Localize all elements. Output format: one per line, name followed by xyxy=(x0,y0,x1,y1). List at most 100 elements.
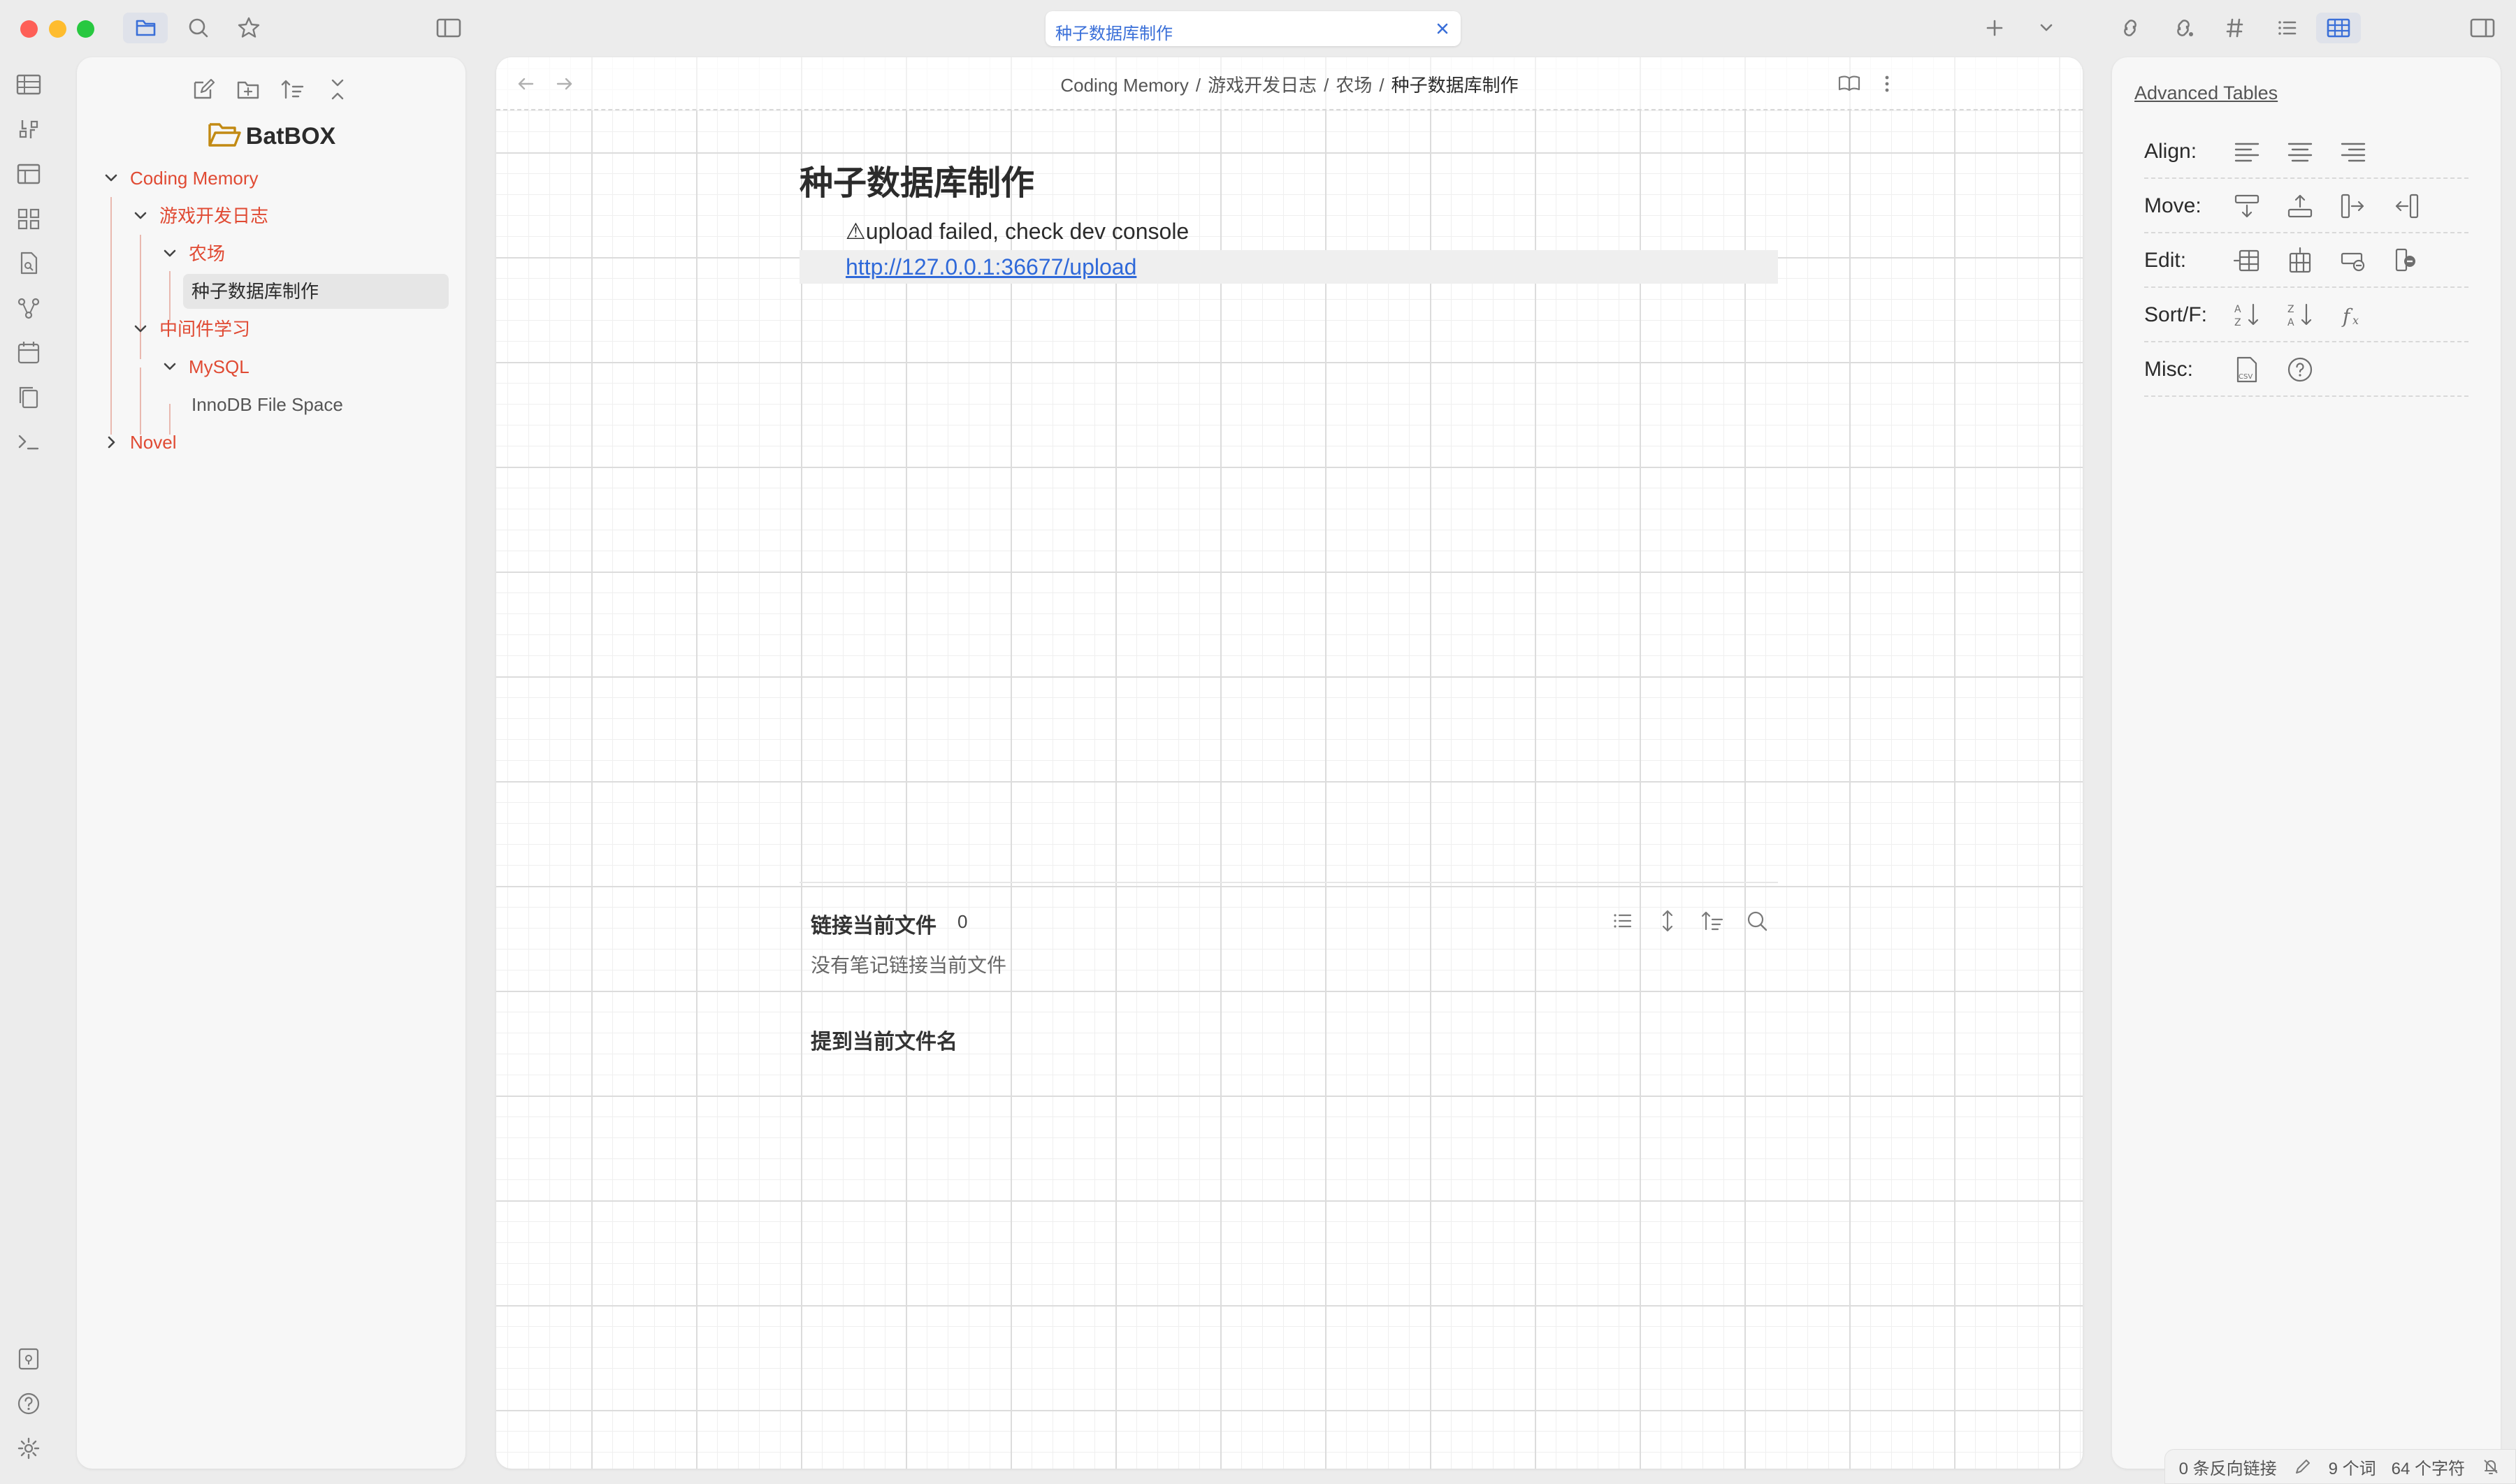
help-icon xyxy=(2284,354,2316,386)
ribbon-graph-button[interactable] xyxy=(13,292,45,324)
file-search-icon xyxy=(13,247,45,279)
new-folder-button[interactable] xyxy=(229,71,267,108)
outgoing-links-button[interactable] xyxy=(2108,13,2153,43)
window-minimize-button[interactable] xyxy=(49,20,66,38)
tab-list-button[interactable] xyxy=(2024,13,2069,43)
tree-folder-game-dev-log[interactable]: 游戏开发日志 xyxy=(131,198,268,233)
chevron-down-icon xyxy=(131,314,150,333)
active-line[interactable]: http://127.0.0.1:36677/upload xyxy=(800,250,1778,284)
tree-file-innodb[interactable]: InnoDB File Space xyxy=(191,387,343,422)
align-right-button[interactable] xyxy=(2337,136,2369,168)
tab-title: 种子数据库制作 xyxy=(1055,24,1173,43)
advanced-tables-title[interactable]: Advanced Tables xyxy=(2134,82,2278,104)
evaluate-formulas-button[interactable]: fx xyxy=(2337,299,2369,331)
ribbon-help-button[interactable] xyxy=(13,1388,45,1420)
ribbon-copy-button[interactable] xyxy=(13,381,45,414)
breadcrumb-item[interactable]: Coding Memory xyxy=(1060,75,1189,96)
delete-row-icon xyxy=(2337,245,2369,277)
backlinks-title[interactable]: 链接当前文件 xyxy=(811,908,937,939)
sort-az-icon: AZ xyxy=(2231,299,2263,331)
chevron-down-icon xyxy=(131,201,150,219)
backlinks-panel-button[interactable] xyxy=(2161,13,2206,43)
backlinks-list-button[interactable] xyxy=(1609,907,1637,935)
sync-bell-icon[interactable] xyxy=(2480,1456,2501,1477)
ribbon-file-search-button[interactable] xyxy=(13,247,45,279)
tree-folder-middleware[interactable]: 中间件学习 xyxy=(131,312,250,347)
window-maximize-button[interactable] xyxy=(77,20,94,38)
status-char-count: 64 个字符 xyxy=(2391,1459,2465,1478)
ribbon-table-button[interactable] xyxy=(13,68,45,101)
move-row-down-button[interactable] xyxy=(2231,190,2263,222)
editor-pane[interactable]: Coding Memory / 游戏开发日志 / 农场 / 种子数据库制作 种子数据库制作 … xyxy=(496,57,2083,1469)
ribbon-layout-button[interactable] xyxy=(13,158,45,190)
tree-item-label: 农场 xyxy=(189,243,226,264)
export-csv-button[interactable]: CSV xyxy=(2231,354,2263,386)
upload-url-link[interactable]: http://127.0.0.1:36677/upload xyxy=(846,254,1136,280)
upload-error-message[interactable]: ⚠upload failed, check dev console xyxy=(846,218,1189,245)
svg-text:x: x xyxy=(2352,314,2359,327)
vault-name-label: BatBOX xyxy=(245,123,336,150)
tree-file-seed-database[interactable]: 种子数据库制作 xyxy=(183,274,449,309)
align-left-button[interactable] xyxy=(2231,136,2263,168)
ribbon-vault-button[interactable] xyxy=(13,1343,45,1375)
tab-active-note[interactable]: 种子数据库制作 xyxy=(1046,11,1461,46)
move-left-icon xyxy=(2390,190,2422,222)
sidebar-right-icon xyxy=(2460,13,2505,43)
ribbon-terminal-button[interactable] xyxy=(13,426,45,458)
tree-folder-coding-memory[interactable]: Coding Memory xyxy=(102,161,259,196)
tree-item-label: Coding Memory xyxy=(130,168,259,189)
ribbon-dashboard-button[interactable] xyxy=(13,203,45,235)
terminal-icon xyxy=(13,426,45,458)
note-title[interactable]: 种子数据库制作 xyxy=(800,155,1034,204)
sort-ascending-button[interactable]: AZ xyxy=(2231,299,2263,331)
tree-item-label: InnoDB File Space xyxy=(191,394,343,415)
align-center-button[interactable] xyxy=(2284,136,2316,168)
sort-descending-button[interactable]: ZA xyxy=(2284,299,2316,331)
delete-column-button[interactable] xyxy=(2390,245,2422,277)
toggle-right-sidebar-button[interactable] xyxy=(2460,13,2505,43)
align-right-icon xyxy=(2337,136,2369,168)
advanced-tables-panel-button[interactable] xyxy=(2316,13,2361,43)
tree-folder-mysql[interactable]: MySQL xyxy=(161,349,250,384)
bookmarks-button[interactable] xyxy=(226,13,271,43)
chevron-down-icon xyxy=(161,239,179,257)
insert-row-button[interactable] xyxy=(2231,245,2263,277)
graph-icon xyxy=(13,292,45,324)
reading-view-button[interactable] xyxy=(1835,70,1863,98)
unlinked-mentions-title[interactable]: 提到当前文件名 xyxy=(811,1024,957,1055)
pencil-icon[interactable] xyxy=(2292,1456,2313,1477)
tab-close-button[interactable] xyxy=(1433,19,1452,38)
new-tab-button[interactable] xyxy=(1972,13,2017,43)
new-note-button[interactable] xyxy=(185,71,222,108)
toggle-left-sidebar-button[interactable] xyxy=(426,13,471,43)
insert-column-button[interactable] xyxy=(2284,245,2316,277)
tags-panel-button[interactable] xyxy=(2213,13,2257,43)
backlinks-expand-button[interactable] xyxy=(1654,907,1682,935)
tree-folder-farm[interactable]: 农场 xyxy=(161,236,225,271)
change-sort-order-button[interactable] xyxy=(274,71,312,108)
move-row-up-button[interactable] xyxy=(2284,190,2316,222)
vault-title[interactable]: BatBOX xyxy=(77,119,465,150)
more-options-button[interactable] xyxy=(1873,70,1901,98)
breadcrumb-current[interactable]: 种子数据库制作 xyxy=(1391,75,1519,96)
help-button[interactable] xyxy=(2284,354,2316,386)
star-icon xyxy=(226,13,271,43)
move-column-right-button[interactable] xyxy=(2337,190,2369,222)
tree-folder-novel[interactable]: Novel xyxy=(102,425,176,460)
status-backlinks[interactable]: 0 条反向链接 xyxy=(2179,1455,2277,1479)
breadcrumb-item[interactable]: 农场 xyxy=(1336,75,1372,96)
backlinks-search-button[interactable] xyxy=(1743,907,1771,935)
window-close-button[interactable] xyxy=(20,20,38,38)
backlinks-sort-button[interactable] xyxy=(1698,907,1726,935)
ribbon-diff-button[interactable] xyxy=(13,113,45,145)
search-button[interactable] xyxy=(176,13,221,43)
ribbon-calendar-button[interactable] xyxy=(13,337,45,369)
breadcrumb-item[interactable]: 游戏开发日志 xyxy=(1208,75,1317,96)
move-column-left-button[interactable] xyxy=(2390,190,2422,222)
collapse-all-button[interactable] xyxy=(319,71,356,108)
outline-panel-button[interactable] xyxy=(2264,13,2309,43)
file-explorer-button[interactable] xyxy=(123,13,168,43)
ribbon-settings-button[interactable] xyxy=(13,1432,45,1464)
help-icon xyxy=(13,1388,45,1420)
delete-row-button[interactable] xyxy=(2337,245,2369,277)
